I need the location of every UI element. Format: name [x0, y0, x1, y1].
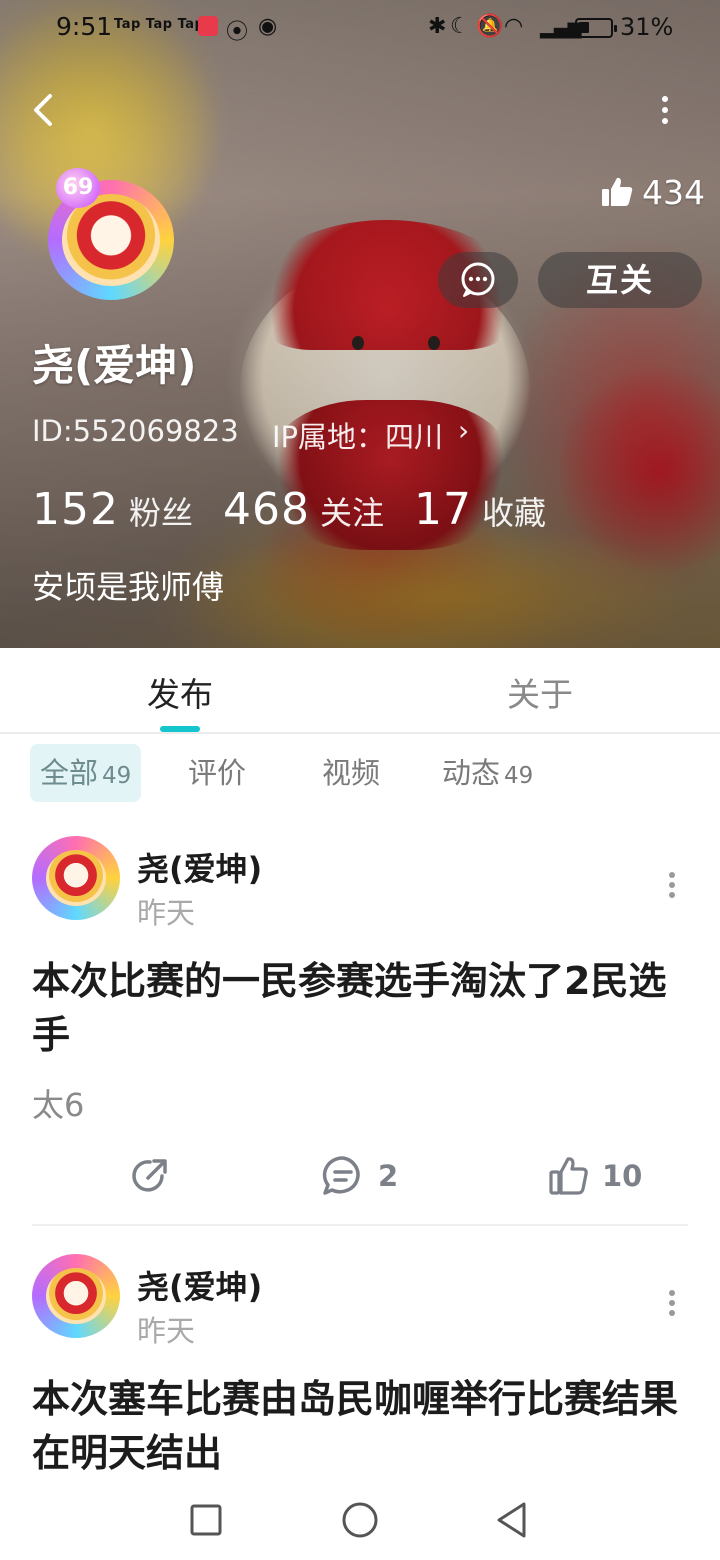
header-overlay	[0, 0, 720, 648]
message-button[interactable]	[438, 252, 518, 308]
post-card[interactable]: 尧(爱坤) 昨天 本次塞车比赛由岛民咖喱举行比赛结果在明天结出	[0, 1248, 720, 1498]
status-bar: 9:51 Tap Tap Tap ⦿ ◉ ✱ ☾ 🔕 ◠ ▂▄▆ 31%	[0, 0, 720, 56]
more-vertical-icon	[669, 872, 675, 878]
post-author-avatar[interactable]	[32, 836, 120, 920]
post-time: 昨天	[137, 896, 196, 930]
recent-apps-button[interactable]	[190, 1504, 222, 1536]
filter-moments-count: 49	[504, 763, 534, 789]
main-tabs: 发布 关于	[0, 648, 720, 734]
favorites-count[interactable]: 17	[414, 484, 472, 535]
followers-count[interactable]: 152	[32, 484, 119, 535]
ip-location-link[interactable]: IP属地：四川	[272, 414, 443, 456]
status-app-icons: Tap Tap Tap	[114, 17, 205, 32]
comment-button[interactable]: 2	[320, 1148, 398, 1204]
following-count[interactable]: 468	[223, 484, 310, 535]
post-author-name[interactable]: 尧(爱坤)	[137, 844, 262, 890]
chevron-right-icon: ›	[458, 414, 470, 447]
filter-all-count: 49	[102, 763, 132, 789]
comment-count: 2	[378, 1159, 399, 1193]
more-vertical-icon-dot	[669, 892, 675, 898]
post-body[interactable]: 太6	[32, 1080, 84, 1126]
filter-moments[interactable]: 动态 49	[432, 744, 543, 802]
filter-all[interactable]: 全部 49	[30, 744, 142, 802]
following-label[interactable]: 关注	[320, 488, 384, 534]
post-title[interactable]: 本次塞车比赛由岛民咖喱举行比赛结果在明天结出	[32, 1372, 692, 1480]
wifi-icon: ◠	[504, 14, 524, 39]
tab-about[interactable]: 关于	[440, 668, 640, 716]
followers-label[interactable]: 粉丝	[129, 488, 193, 534]
more-vertical-icon-dot	[669, 882, 675, 888]
post-author-name[interactable]: 尧(爱坤)	[137, 1262, 262, 1308]
more-vertical-icon	[662, 96, 668, 102]
moon-icon: ☾	[450, 14, 470, 39]
profile-header: 9:51 Tap Tap Tap ⦿ ◉ ✱ ☾ 🔕 ◠ ▂▄▆ 31% 434	[0, 0, 720, 648]
post-actions: 2 10	[0, 1148, 720, 1204]
post-divider	[32, 1224, 688, 1226]
mute-bell-icon: 🔕	[476, 14, 504, 39]
filter-moments-label: 动态	[442, 756, 501, 790]
active-tab-indicator	[160, 726, 200, 732]
comment-icon	[322, 1156, 360, 1195]
likes-count: 434	[642, 172, 705, 212]
favorites-label[interactable]: 收藏	[482, 488, 546, 534]
battery-icon	[575, 18, 617, 38]
more-vertical-icon-dot	[669, 1300, 675, 1306]
post-title[interactable]: 本次比赛的一民参赛选手淘汰了2民选手	[32, 954, 692, 1062]
avatar-badge: 69	[56, 168, 100, 208]
filter-tabs: 全部 49 评价 视频 动态 49	[0, 744, 720, 802]
thumbs-up-icon	[602, 177, 633, 206]
filter-video-label: 视频	[322, 756, 381, 790]
username: 尧(爱坤)	[32, 341, 197, 390]
thumbs-up-outline-icon	[549, 1157, 588, 1195]
profile-stats: 152 粉丝 468 关注 17 收藏	[32, 484, 576, 538]
filter-video[interactable]: 视频	[312, 744, 390, 802]
home-button[interactable]	[342, 1502, 378, 1538]
eye-icon: ◉	[258, 14, 278, 39]
post-author-avatar[interactable]	[32, 1254, 120, 1338]
battery-percent: 31%	[620, 13, 674, 41]
back-button[interactable]	[26, 88, 66, 132]
circle-icon	[342, 1502, 378, 1538]
square-icon	[190, 1504, 222, 1536]
notification-app-icon	[198, 16, 218, 36]
share-icon	[132, 1159, 167, 1192]
chat-bubble-icon	[461, 262, 495, 297]
system-nav-bar	[0, 1490, 720, 1560]
triangle-back-icon	[497, 1502, 526, 1538]
status-time: 9:51	[56, 12, 113, 41]
tab-publish[interactable]: 发布	[80, 668, 280, 716]
mutual-follow-button[interactable]: 互关	[538, 252, 702, 308]
filter-review-label: 评价	[188, 756, 247, 790]
filter-review[interactable]: 评价	[178, 744, 256, 802]
post-card[interactable]: 尧(爱坤) 昨天 本次比赛的一民参赛选手淘汰了2民选手 太6 2 10	[0, 830, 720, 1226]
post-time: 昨天	[137, 1314, 196, 1348]
post-more-button[interactable]	[660, 868, 684, 902]
chevron-left-icon	[34, 94, 52, 126]
more-vertical-icon	[669, 1290, 675, 1296]
more-vertical-icon-dot	[662, 107, 668, 113]
share-button[interactable]	[128, 1148, 172, 1204]
filter-all-label: 全部	[40, 756, 99, 790]
post-more-button[interactable]	[660, 1286, 684, 1320]
back-nav-button[interactable]	[497, 1502, 526, 1538]
like-count: 10	[602, 1159, 643, 1193]
more-vertical-icon-dot	[662, 118, 668, 124]
avatar[interactable]: 69	[40, 168, 188, 308]
bluetooth-icon: ✱	[428, 14, 447, 39]
profile-likes: 434	[600, 170, 705, 214]
user-id: ID:552069823	[32, 414, 239, 448]
more-vertical-icon-dot	[669, 1310, 675, 1316]
more-options-button[interactable]	[650, 90, 680, 130]
privacy-icon: ⦿	[226, 20, 249, 45]
like-button[interactable]: 10	[548, 1148, 642, 1204]
user-bio: 安顷是我师傅	[32, 568, 225, 606]
